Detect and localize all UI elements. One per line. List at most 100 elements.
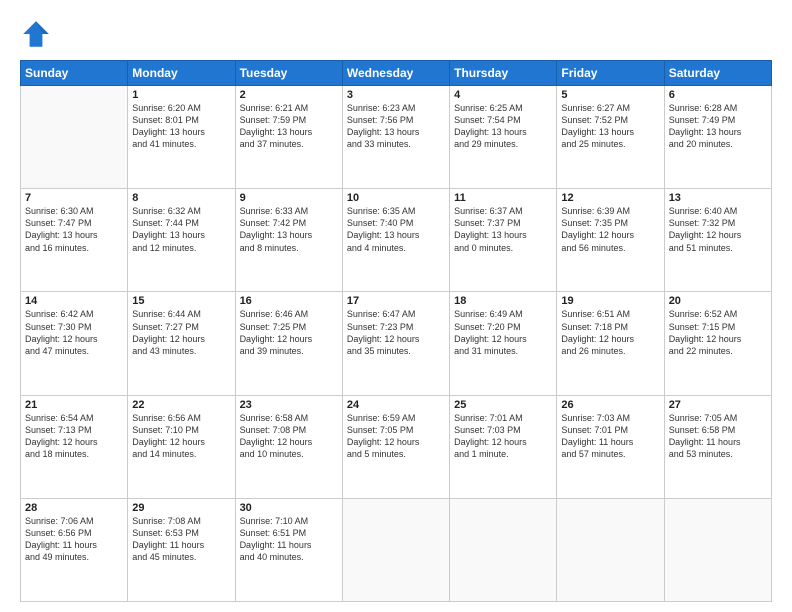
day-number: 22 [132, 399, 230, 411]
calendar-cell: 10Sunrise: 6:35 AM Sunset: 7:40 PM Dayli… [342, 189, 449, 292]
weekday-sunday: Sunday [21, 61, 128, 86]
day-info: Sunrise: 6:35 AM Sunset: 7:40 PM Dayligh… [347, 205, 445, 254]
day-number: 1 [132, 89, 230, 101]
day-info: Sunrise: 7:05 AM Sunset: 6:58 PM Dayligh… [669, 412, 767, 461]
calendar-cell: 6Sunrise: 6:28 AM Sunset: 7:49 PM Daylig… [664, 86, 771, 189]
day-number: 15 [132, 295, 230, 307]
day-info: Sunrise: 6:23 AM Sunset: 7:56 PM Dayligh… [347, 102, 445, 151]
day-info: Sunrise: 7:01 AM Sunset: 7:03 PM Dayligh… [454, 412, 552, 461]
week-row-3: 21Sunrise: 6:54 AM Sunset: 7:13 PM Dayli… [21, 395, 772, 498]
day-number: 27 [669, 399, 767, 411]
day-number: 16 [240, 295, 338, 307]
day-number: 24 [347, 399, 445, 411]
calendar-cell: 7Sunrise: 6:30 AM Sunset: 7:47 PM Daylig… [21, 189, 128, 292]
calendar-cell: 17Sunrise: 6:47 AM Sunset: 7:23 PM Dayli… [342, 292, 449, 395]
day-number: 29 [132, 502, 230, 514]
week-row-4: 28Sunrise: 7:06 AM Sunset: 6:56 PM Dayli… [21, 498, 772, 601]
weekday-thursday: Thursday [450, 61, 557, 86]
day-number: 28 [25, 502, 123, 514]
weekday-header-row: SundayMondayTuesdayWednesdayThursdayFrid… [21, 61, 772, 86]
day-info: Sunrise: 6:28 AM Sunset: 7:49 PM Dayligh… [669, 102, 767, 151]
day-number: 17 [347, 295, 445, 307]
day-info: Sunrise: 6:37 AM Sunset: 7:37 PM Dayligh… [454, 205, 552, 254]
day-info: Sunrise: 6:54 AM Sunset: 7:13 PM Dayligh… [25, 412, 123, 461]
day-info: Sunrise: 6:39 AM Sunset: 7:35 PM Dayligh… [561, 205, 659, 254]
calendar-cell: 14Sunrise: 6:42 AM Sunset: 7:30 PM Dayli… [21, 292, 128, 395]
calendar-cell: 1Sunrise: 6:20 AM Sunset: 8:01 PM Daylig… [128, 86, 235, 189]
day-number: 7 [25, 192, 123, 204]
day-info: Sunrise: 6:46 AM Sunset: 7:25 PM Dayligh… [240, 308, 338, 357]
day-info: Sunrise: 6:27 AM Sunset: 7:52 PM Dayligh… [561, 102, 659, 151]
day-number: 5 [561, 89, 659, 101]
day-info: Sunrise: 7:08 AM Sunset: 6:53 PM Dayligh… [132, 515, 230, 564]
day-info: Sunrise: 6:56 AM Sunset: 7:10 PM Dayligh… [132, 412, 230, 461]
day-info: Sunrise: 6:49 AM Sunset: 7:20 PM Dayligh… [454, 308, 552, 357]
calendar-cell: 12Sunrise: 6:39 AM Sunset: 7:35 PM Dayli… [557, 189, 664, 292]
day-info: Sunrise: 6:20 AM Sunset: 8:01 PM Dayligh… [132, 102, 230, 151]
calendar-cell: 4Sunrise: 6:25 AM Sunset: 7:54 PM Daylig… [450, 86, 557, 189]
day-number: 20 [669, 295, 767, 307]
calendar-cell: 27Sunrise: 7:05 AM Sunset: 6:58 PM Dayli… [664, 395, 771, 498]
week-row-0: 1Sunrise: 6:20 AM Sunset: 8:01 PM Daylig… [21, 86, 772, 189]
calendar-cell [342, 498, 449, 601]
day-info: Sunrise: 7:03 AM Sunset: 7:01 PM Dayligh… [561, 412, 659, 461]
day-info: Sunrise: 7:10 AM Sunset: 6:51 PM Dayligh… [240, 515, 338, 564]
day-info: Sunrise: 7:06 AM Sunset: 6:56 PM Dayligh… [25, 515, 123, 564]
day-number: 12 [561, 192, 659, 204]
calendar-cell: 19Sunrise: 6:51 AM Sunset: 7:18 PM Dayli… [557, 292, 664, 395]
day-number: 8 [132, 192, 230, 204]
calendar-cell [450, 498, 557, 601]
day-number: 30 [240, 502, 338, 514]
calendar-cell [21, 86, 128, 189]
day-number: 18 [454, 295, 552, 307]
day-number: 3 [347, 89, 445, 101]
calendar-cell: 18Sunrise: 6:49 AM Sunset: 7:20 PM Dayli… [450, 292, 557, 395]
calendar-cell: 13Sunrise: 6:40 AM Sunset: 7:32 PM Dayli… [664, 189, 771, 292]
week-row-2: 14Sunrise: 6:42 AM Sunset: 7:30 PM Dayli… [21, 292, 772, 395]
day-number: 11 [454, 192, 552, 204]
calendar-cell: 5Sunrise: 6:27 AM Sunset: 7:52 PM Daylig… [557, 86, 664, 189]
calendar-cell: 24Sunrise: 6:59 AM Sunset: 7:05 PM Dayli… [342, 395, 449, 498]
calendar-cell: 3Sunrise: 6:23 AM Sunset: 7:56 PM Daylig… [342, 86, 449, 189]
day-info: Sunrise: 6:59 AM Sunset: 7:05 PM Dayligh… [347, 412, 445, 461]
calendar-cell: 25Sunrise: 7:01 AM Sunset: 7:03 PM Dayli… [450, 395, 557, 498]
calendar-cell: 8Sunrise: 6:32 AM Sunset: 7:44 PM Daylig… [128, 189, 235, 292]
calendar-cell: 15Sunrise: 6:44 AM Sunset: 7:27 PM Dayli… [128, 292, 235, 395]
header [20, 18, 772, 50]
day-info: Sunrise: 6:44 AM Sunset: 7:27 PM Dayligh… [132, 308, 230, 357]
calendar-cell: 21Sunrise: 6:54 AM Sunset: 7:13 PM Dayli… [21, 395, 128, 498]
weekday-tuesday: Tuesday [235, 61, 342, 86]
page: SundayMondayTuesdayWednesdayThursdayFrid… [0, 0, 792, 612]
day-number: 2 [240, 89, 338, 101]
day-number: 26 [561, 399, 659, 411]
weekday-monday: Monday [128, 61, 235, 86]
day-info: Sunrise: 6:58 AM Sunset: 7:08 PM Dayligh… [240, 412, 338, 461]
day-number: 25 [454, 399, 552, 411]
day-info: Sunrise: 6:21 AM Sunset: 7:59 PM Dayligh… [240, 102, 338, 151]
day-number: 9 [240, 192, 338, 204]
calendar-cell [664, 498, 771, 601]
day-number: 21 [25, 399, 123, 411]
calendar-cell: 20Sunrise: 6:52 AM Sunset: 7:15 PM Dayli… [664, 292, 771, 395]
day-info: Sunrise: 6:51 AM Sunset: 7:18 PM Dayligh… [561, 308, 659, 357]
day-number: 6 [669, 89, 767, 101]
weekday-wednesday: Wednesday [342, 61, 449, 86]
day-number: 10 [347, 192, 445, 204]
weekday-friday: Friday [557, 61, 664, 86]
day-info: Sunrise: 6:47 AM Sunset: 7:23 PM Dayligh… [347, 308, 445, 357]
calendar-cell: 9Sunrise: 6:33 AM Sunset: 7:42 PM Daylig… [235, 189, 342, 292]
day-info: Sunrise: 6:25 AM Sunset: 7:54 PM Dayligh… [454, 102, 552, 151]
day-number: 14 [25, 295, 123, 307]
logo [20, 18, 56, 50]
weekday-saturday: Saturday [664, 61, 771, 86]
day-number: 19 [561, 295, 659, 307]
day-info: Sunrise: 6:52 AM Sunset: 7:15 PM Dayligh… [669, 308, 767, 357]
calendar-cell: 26Sunrise: 7:03 AM Sunset: 7:01 PM Dayli… [557, 395, 664, 498]
calendar-cell: 30Sunrise: 7:10 AM Sunset: 6:51 PM Dayli… [235, 498, 342, 601]
calendar-cell: 2Sunrise: 6:21 AM Sunset: 7:59 PM Daylig… [235, 86, 342, 189]
calendar-cell: 11Sunrise: 6:37 AM Sunset: 7:37 PM Dayli… [450, 189, 557, 292]
calendar-cell: 22Sunrise: 6:56 AM Sunset: 7:10 PM Dayli… [128, 395, 235, 498]
calendar-cell: 28Sunrise: 7:06 AM Sunset: 6:56 PM Dayli… [21, 498, 128, 601]
day-info: Sunrise: 6:40 AM Sunset: 7:32 PM Dayligh… [669, 205, 767, 254]
calendar-cell: 16Sunrise: 6:46 AM Sunset: 7:25 PM Dayli… [235, 292, 342, 395]
